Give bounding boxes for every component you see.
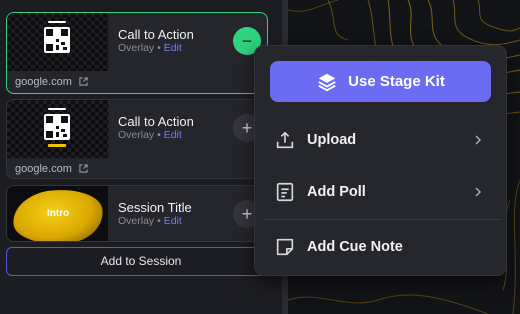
overlay-subtitle: Overlay • Edit [118, 215, 182, 227]
overlay-card-call-to-action-2[interactable]: Call to Action Overlay • Edit + google.c… [6, 99, 268, 179]
meta-separator: • [157, 129, 161, 141]
qr-code-icon [44, 114, 70, 140]
edit-link[interactable]: Edit [164, 129, 182, 141]
overlay-footer: google.com [7, 71, 267, 93]
meta-separator: • [157, 42, 161, 54]
menu-divider [263, 219, 500, 220]
qr-top-bar [48, 21, 66, 23]
use-stage-kit-label: Use Stage Kit [348, 73, 445, 90]
qr-yellow-bar [48, 144, 66, 147]
menu-item-label: Add Cue Note [307, 239, 403, 255]
thumbnail-text: Intro [47, 208, 70, 219]
add-content-menu: Use Stage Kit Upload Add Poll Add Cue No… [254, 45, 507, 276]
overlay-title: Call to Action [118, 27, 194, 42]
overlay-subtitle: Overlay • Edit [118, 129, 182, 141]
external-link-icon[interactable] [79, 77, 88, 86]
menu-item-add-cue-note[interactable]: Add Cue Note [255, 227, 506, 267]
overlay-footer: google.com [7, 158, 267, 178]
qr-code-icon [44, 27, 70, 53]
footer-link[interactable]: google.com [15, 163, 72, 175]
overlay-card-call-to-action-1[interactable]: Call to Action Overlay • Edit − google.c… [6, 12, 268, 94]
overlay-title: Session Title [118, 200, 192, 215]
edit-link[interactable]: Edit [164, 215, 182, 227]
use-stage-kit-button[interactable]: Use Stage Kit [270, 61, 491, 102]
overlay-type: Overlay [118, 215, 155, 227]
note-icon [276, 238, 294, 256]
overlay-type: Overlay [118, 42, 155, 54]
menu-item-add-poll[interactable]: Add Poll [255, 172, 506, 212]
layers-icon [318, 73, 336, 91]
external-link-icon[interactable] [79, 164, 88, 173]
overlay-type: Overlay [118, 129, 155, 141]
footer-link[interactable]: google.com [15, 76, 72, 88]
menu-item-label: Add Poll [307, 184, 366, 200]
poll-icon [276, 182, 294, 202]
overlay-thumbnail [7, 13, 108, 71]
overlay-thumbnail [7, 100, 108, 158]
overlay-card-session-title[interactable]: Intro Session Title Overlay • Edit + [6, 185, 268, 242]
overlay-list-panel: Call to Action Overlay • Edit − google.c… [0, 0, 282, 314]
chevron-right-icon [475, 135, 482, 145]
meta-separator: • [157, 215, 161, 227]
qr-top-bar [48, 108, 66, 110]
menu-item-label: Upload [307, 132, 357, 148]
overlay-title: Call to Action [118, 114, 194, 129]
overlay-subtitle: Overlay • Edit [118, 42, 182, 54]
edit-link[interactable]: Edit [164, 42, 182, 54]
upload-icon [276, 131, 294, 149]
add-to-session-button-main[interactable]: Add to Session [6, 247, 276, 276]
chevron-right-icon [475, 187, 482, 197]
menu-item-upload[interactable]: Upload [255, 120, 506, 160]
overlay-thumbnail: Intro [7, 186, 108, 241]
